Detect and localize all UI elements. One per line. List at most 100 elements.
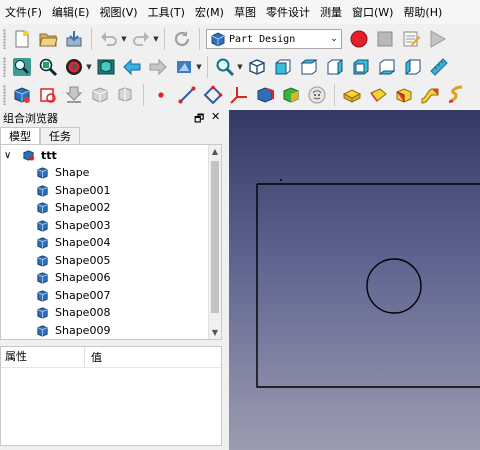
front-view-icon[interactable] [272, 56, 294, 78]
cube-icon [37, 237, 48, 249]
draw-style-icon[interactable] [63, 56, 85, 78]
toolbar-grip[interactable] [3, 85, 6, 105]
tab-model[interactable]: 模型 [0, 127, 40, 145]
tree-item[interactable]: Shape003 [36, 217, 110, 234]
additive-pipe-icon[interactable] [419, 84, 441, 106]
tree-item[interactable]: Shape009 [36, 322, 110, 339]
tree-item-label: Shape008 [55, 306, 111, 319]
redo-icon[interactable] [130, 28, 152, 50]
back-icon[interactable] [121, 56, 143, 78]
shape-binder-icon[interactable] [254, 84, 276, 106]
tab-tasks[interactable]: 任务 [40, 127, 80, 145]
revolution-icon[interactable] [367, 84, 389, 106]
toolbar-separator [334, 84, 335, 106]
toolbar-grip[interactable] [3, 57, 6, 77]
scrollbar-thumb[interactable] [211, 161, 219, 313]
close-icon[interactable]: ✕ [211, 110, 220, 123]
undo-dropdown-icon[interactable]: ▼ [120, 35, 128, 43]
datum-point-icon[interactable] [150, 84, 172, 106]
isometric-view-icon[interactable] [246, 56, 268, 78]
menu-item[interactable]: 工具(T) [143, 4, 190, 20]
record-macro-icon[interactable] [348, 28, 370, 50]
create-sketch-icon[interactable] [37, 84, 59, 106]
scroll-down-icon[interactable]: ▼ [209, 328, 221, 337]
tree-root[interactable]: ∨ ttt [4, 147, 57, 164]
datum-plane-icon[interactable] [202, 84, 224, 106]
cube-icon [37, 167, 48, 179]
sketch-geometry [256, 179, 480, 388]
create-body-icon[interactable] [11, 84, 33, 106]
tree-item-label: Shape002 [55, 201, 111, 214]
value-column-header[interactable]: 值 [85, 349, 102, 365]
pad-icon[interactable] [341, 84, 363, 106]
fit-selection-icon[interactable] [37, 56, 59, 78]
tree-item[interactable]: Shape005 [36, 252, 110, 269]
open-file-icon[interactable] [37, 28, 59, 50]
run-macro-icon[interactable] [426, 28, 448, 50]
tree-item[interactable]: Shape [36, 164, 89, 181]
measure-icon[interactable] [428, 56, 450, 78]
menu-item[interactable]: 测量 [315, 4, 347, 20]
clone-object-icon[interactable] [306, 84, 328, 106]
cube-icon [37, 202, 48, 214]
menu-item[interactable]: 编辑(E) [47, 4, 95, 20]
cube-icon [37, 219, 48, 232]
additive-loft-icon[interactable] [393, 84, 415, 106]
tree-item[interactable]: Shape001 [36, 182, 110, 199]
scroll-up-icon[interactable]: ▲ [209, 147, 221, 156]
subshape-binder-icon[interactable] [280, 84, 302, 106]
3d-viewport[interactable] [229, 110, 480, 450]
redo-dropdown-icon[interactable]: ▼ [152, 35, 160, 43]
menu-item[interactable]: 窗口(W) [347, 4, 398, 20]
tree-item[interactable]: Shape007 [36, 287, 110, 304]
zoom-dropdown-icon[interactable]: ▼ [236, 63, 244, 71]
collapse-toggle-icon[interactable]: ∨ [4, 150, 16, 161]
menu-item[interactable]: 草图 [229, 4, 261, 20]
property-column-header[interactable]: 属性 [1, 347, 85, 367]
tree-item-label: Shape005 [55, 253, 111, 267]
top-view-icon[interactable] [298, 56, 320, 78]
menu-item[interactable]: 帮助(H) [398, 4, 447, 20]
sync-view-icon[interactable] [95, 56, 117, 78]
cube-icon [37, 254, 48, 267]
menu-item[interactable]: 零件设计 [261, 4, 315, 20]
tree-scrollbar[interactable]: ▲ ▼ [208, 145, 221, 339]
toolbar-part-design [0, 80, 480, 110]
fit-all-icon[interactable] [11, 56, 33, 78]
refresh-icon[interactable] [171, 28, 193, 50]
tree-item[interactable]: Shape006 [36, 269, 110, 286]
navigation-dropdown-icon[interactable]: ▼ [195, 63, 203, 71]
bottom-view-icon[interactable] [376, 56, 398, 78]
rear-view-icon[interactable] [350, 56, 372, 78]
clone-icon[interactable] [115, 84, 137, 106]
edit-macro-icon[interactable] [400, 28, 422, 50]
datum-line-icon[interactable] [176, 84, 198, 106]
validate-sketch-icon[interactable] [63, 84, 85, 106]
tree-item[interactable]: Shape008 [36, 304, 110, 321]
stop-macro-icon[interactable] [374, 28, 396, 50]
check-geometry-icon[interactable] [89, 84, 111, 106]
menu-item[interactable]: 文件(F) [0, 4, 47, 20]
navigation-icon[interactable] [173, 56, 195, 78]
toolbar-grip[interactable] [3, 29, 6, 49]
part-design-icon [211, 32, 225, 47]
sketch-circle [366, 258, 422, 314]
new-file-icon[interactable] [11, 28, 33, 50]
cube-icon [37, 307, 48, 319]
forward-icon[interactable] [147, 56, 169, 78]
left-view-icon[interactable] [402, 56, 424, 78]
undo-icon[interactable] [98, 28, 120, 50]
draw-style-dropdown-icon[interactable]: ▼ [85, 63, 93, 71]
toolbar-file: ▼ ▼ Part Design ⌄ [0, 24, 480, 54]
tree-item[interactable]: Shape002 [36, 199, 110, 216]
workbench-selector[interactable]: Part Design ⌄ [206, 29, 342, 49]
additive-helix-icon[interactable] [445, 84, 467, 106]
sketch-point [280, 179, 282, 181]
right-view-icon[interactable] [324, 56, 346, 78]
save-icon[interactable] [63, 28, 85, 50]
menu-item[interactable]: 宏(M) [190, 4, 229, 20]
local-cs-icon[interactable] [228, 84, 250, 106]
tree-item[interactable]: Shape004 [36, 234, 110, 251]
menu-item[interactable]: 视图(V) [94, 4, 142, 20]
zoom-icon[interactable] [214, 56, 236, 78]
